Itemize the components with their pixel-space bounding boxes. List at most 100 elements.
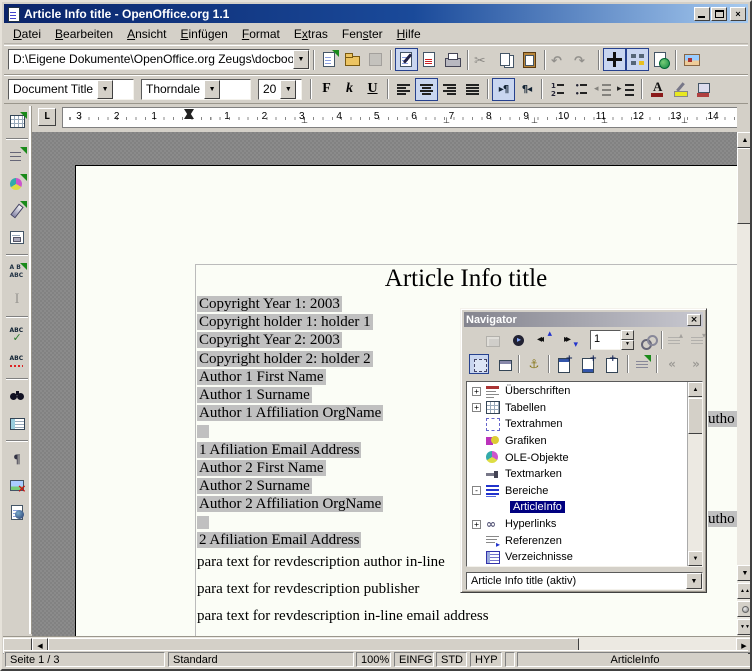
paste-button[interactable] — [518, 48, 541, 71]
tab-stop-marker[interactable]: ⊥ — [681, 116, 688, 125]
status-page-number[interactable]: Seite 1 / 3 — [5, 652, 165, 667]
navigator-document-dropdown[interactable]: Article Info title (aktiv) ▼ — [466, 572, 703, 590]
menu-item[interactable]: Extras — [287, 25, 335, 43]
direct-cursor-button[interactable] — [6, 288, 29, 311]
insert-object-button[interactable] — [6, 172, 29, 195]
insert-fields-button[interactable] — [6, 145, 29, 168]
data-sources-button[interactable] — [6, 412, 29, 435]
font-name-value[interactable]: Thorndale — [142, 80, 204, 99]
highlighting-button[interactable] — [669, 78, 692, 101]
menu-item[interactable]: Format — [235, 25, 287, 43]
navigator-tree-item[interactable]: - Bereiche — [467, 483, 686, 500]
new-document-button[interactable] — [318, 48, 341, 71]
navigator-tree-item[interactable]: Referenzen — [467, 532, 686, 549]
document-heading[interactable]: Article Info title — [196, 265, 736, 293]
paragraph-style-combobox[interactable]: Document Title ▼ — [8, 79, 134, 100]
copy-button[interactable] — [495, 48, 518, 71]
vertical-scrollbar[interactable]: ▲ ▼ ▲▲ ▼▼ — [737, 132, 752, 636]
navigator-tree-item[interactable]: Textmarken — [467, 466, 686, 483]
align-center-button[interactable] — [415, 78, 438, 101]
tree-scrollbar[interactable]: ▲ ▼ — [687, 382, 702, 566]
spin-down-button[interactable]: ▼ — [621, 340, 634, 350]
navigator-dropdown-value[interactable]: Article Info title (aktiv) — [467, 573, 686, 589]
document-paragraph[interactable]: para text for revdescription in-line ema… — [197, 603, 489, 630]
cut-button[interactable] — [472, 48, 495, 71]
minimize-button[interactable] — [694, 7, 710, 21]
menu-item[interactable]: Fenster — [335, 25, 390, 43]
expand-toggle[interactable]: + — [472, 387, 481, 396]
navigation-circle-button[interactable] — [737, 601, 752, 617]
navigation-icon[interactable] — [508, 330, 528, 350]
stylist-toggle-button[interactable] — [626, 48, 649, 71]
background-color-button[interactable] — [692, 78, 715, 101]
document-field-line[interactable] — [197, 422, 383, 440]
navigator-tree-item[interactable]: Textrahmen — [467, 416, 686, 433]
gallery-button[interactable] — [680, 48, 703, 71]
open-file-button[interactable] — [341, 48, 364, 71]
demote-chapter-icon[interactable] — [687, 330, 707, 350]
footer-icon[interactable] — [578, 354, 598, 374]
redo-button[interactable] — [572, 48, 595, 71]
document-field-line[interactable]: Author 1 First Name — [197, 368, 383, 386]
tab-stop-marker[interactable]: ⊥ — [443, 116, 450, 125]
previous-page-button[interactable]: ▲▲ — [737, 583, 752, 599]
save-document-button[interactable] — [364, 48, 387, 71]
navigator-tree-item[interactable]: OLE-Objekte — [467, 449, 686, 466]
document-paragraph[interactable]: para text for revdescription publisher — [197, 576, 489, 603]
page-number-value[interactable]: 1 — [590, 330, 621, 350]
graphics-on-off-button[interactable] — [6, 474, 29, 497]
numbering-button[interactable] — [546, 78, 569, 101]
status-insert-mode[interactable]: EINFG — [394, 652, 434, 667]
navigator-tree-item[interactable]: Verzeichnisse — [467, 549, 686, 566]
tab-stop-marker[interactable]: ⊥ — [601, 116, 608, 125]
increase-indent-button[interactable] — [615, 78, 638, 101]
print-file-button[interactable] — [441, 48, 464, 71]
bullets-button[interactable] — [569, 78, 592, 101]
document-field-line[interactable]: 2 Afiliation Email Address — [197, 531, 383, 549]
menu-item[interactable]: Hilfe — [390, 25, 428, 43]
font-size-dropdown-button[interactable]: ▼ — [280, 80, 296, 99]
form-functions-button[interactable] — [6, 226, 29, 249]
edit-file-button[interactable] — [395, 48, 418, 71]
url-combobox[interactable]: D:\Eigene Dokumente\OpenOffice.org Zeugs… — [8, 49, 310, 70]
status-page-style[interactable]: Standard — [168, 652, 354, 667]
horizontal-ruler[interactable]: 321 1234567891011121314 ⊥⊥⊥⊥⊥ — [62, 107, 737, 128]
header-icon[interactable] — [554, 354, 574, 374]
drag-mode-icon[interactable] — [638, 330, 658, 350]
document-field-line[interactable]: Copyright holder 2: holder 2 — [197, 350, 383, 368]
bold-button[interactable]: F — [315, 78, 338, 101]
status-selection-mode[interactable]: STD — [436, 652, 467, 667]
navigator-title-bar[interactable]: Navigator × — [464, 312, 703, 327]
navigator-tree-item[interactable]: + Tabellen — [467, 400, 686, 417]
font-name-combobox[interactable]: Thorndale ▼ — [141, 79, 251, 100]
font-size-value[interactable]: 20 — [259, 80, 280, 99]
navigator-toggle-button[interactable] — [603, 48, 626, 71]
content-view-icon[interactable] — [469, 354, 489, 374]
tab-type-corner-button[interactable]: L — [38, 108, 56, 126]
navigator-tree-item[interactable]: + Hyperlinks — [467, 516, 686, 533]
next-icon[interactable] — [560, 330, 580, 350]
align-right-button[interactable] — [438, 78, 461, 101]
hyperlink-dialog-button[interactable] — [649, 48, 672, 71]
navigator-dropdown-button[interactable]: ▼ — [686, 573, 702, 589]
status-hyperlink-mode[interactable]: HYP — [470, 652, 502, 667]
menu-item[interactable]: Datei — [6, 25, 48, 43]
autotext-button[interactable]: ABC — [6, 261, 29, 284]
document-field-line[interactable]: 1 Afiliation Email Address — [197, 441, 383, 459]
anchor-icon[interactable] — [524, 354, 544, 374]
underline-button[interactable]: U — [361, 78, 384, 101]
page-number-spinbox[interactable]: 1 ▲▼ — [590, 330, 634, 350]
document-field-line[interactable]: Author 1 Affiliation OrgName — [197, 404, 383, 422]
tab-stop-marker[interactable]: ⊥ — [531, 116, 538, 125]
maximize-button[interactable] — [711, 7, 727, 21]
previous-icon[interactable] — [534, 330, 554, 350]
expand-toggle[interactable]: + — [472, 520, 481, 529]
document-field-line[interactable]: Copyright Year 2: 2003 — [197, 331, 383, 349]
paragraph-style-value[interactable]: Document Title — [9, 80, 97, 99]
scroll-down-button[interactable]: ▼ — [737, 565, 752, 581]
expand-toggle[interactable]: - — [472, 486, 481, 495]
scroll-up-button[interactable]: ▲ — [737, 132, 752, 148]
draw-functions-button[interactable] — [6, 199, 29, 222]
decrease-indent-button[interactable] — [592, 78, 615, 101]
menu-item[interactable]: Ansicht — [120, 25, 173, 43]
